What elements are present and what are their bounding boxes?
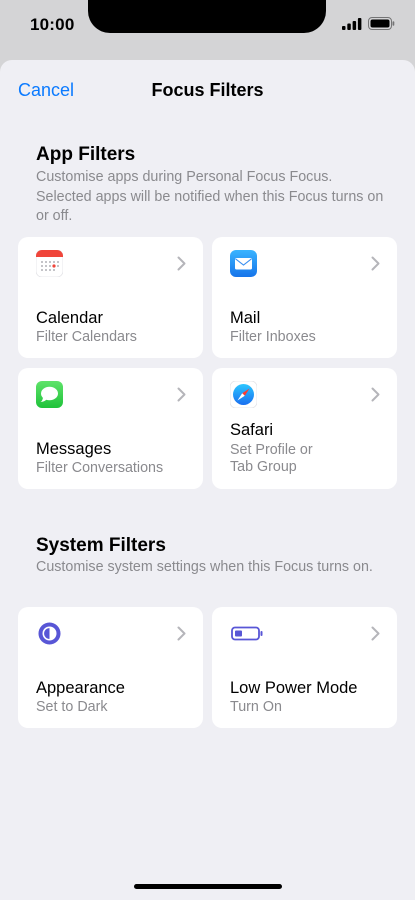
system-filters-description: Customise system settings when this Focu… [36,559,373,575]
mail-icon [230,250,257,277]
card-title: Safari [230,421,274,439]
card-title: Low Power Mode [230,679,358,697]
messages-filter-card[interactable]: Messages Filter Conversations [18,368,203,489]
battery-status-icon [368,17,395,30]
card-subtitle-line1: Set Profile or [230,442,313,458]
calendar-icon [36,250,63,277]
battery-icon [231,626,263,641]
card-title: Appearance [36,679,125,697]
status-time: 10:00 [30,15,75,34]
appearance-icon [38,622,61,645]
mail-filter-card[interactable]: Mail Filter Inboxes [212,237,397,358]
safari-icon [230,381,257,408]
chevron-right-icon [177,387,186,402]
status-icons [342,17,395,30]
notch [88,0,326,33]
home-indicator[interactable] [134,884,282,889]
cellular-signal-icon [342,17,362,30]
low-power-mode-filter-card[interactable]: Low Power Mode Turn On [212,607,397,728]
chevron-right-icon [371,256,380,271]
chevron-right-icon [371,387,380,402]
safari-filter-card[interactable]: Safari Set Profile or Tab Group [212,368,397,489]
system-filters-title: System Filters [36,535,166,556]
app-filters-description: Customise apps during Personal Focus Foc… [36,169,384,224]
page-title: Focus Filters [151,80,264,100]
calendar-filter-card[interactable]: Calendar Filter Calendars [18,237,203,358]
card-subtitle: Filter Conversations [36,460,164,476]
app-filters-title: App Filters [36,144,136,165]
card-subtitle: Turn On [230,699,282,715]
chevron-right-icon [177,256,186,271]
card-subtitle: Set to Dark [36,699,108,715]
appearance-filter-card[interactable]: Appearance Set to Dark [18,607,203,728]
chevron-right-icon [371,626,380,641]
chevron-right-icon [177,626,186,641]
card-title: Calendar [36,309,103,327]
card-subtitle: Filter Calendars [36,329,137,345]
card-subtitle: Filter Inboxes [230,329,316,345]
card-title: Messages [36,440,112,458]
messages-icon [36,381,63,408]
focus-filters-sheet: Cancel Focus Filters App Filters Customi… [0,60,415,900]
card-subtitle-line2: Tab Group [230,459,297,475]
card-title: Mail [230,309,261,327]
status-bar: 10:00 [0,0,415,50]
nav-bar: Cancel Focus Filters [0,60,415,122]
